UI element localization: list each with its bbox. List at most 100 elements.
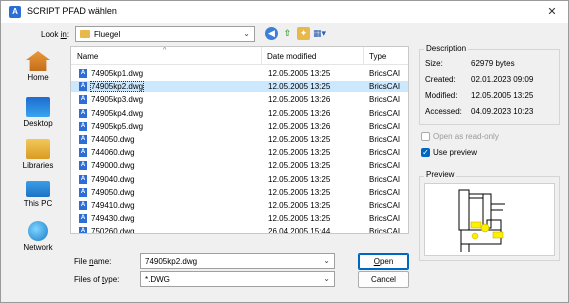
file-type-cell: BricsCAI [369, 148, 401, 158]
dwg-file-icon: A [79, 214, 87, 224]
file-name-cell: 74905kp3.dwg [91, 95, 144, 105]
file-date-cell: 26.04.2005 15:44 [268, 227, 331, 234]
file-row[interactable]: A 74905kp4.dwg 12.05.2005 13:26 BricsCAI [71, 108, 408, 119]
file-name-cell: 74905kp4.dwg [91, 108, 144, 118]
home-icon [26, 51, 50, 71]
file-name-cell: 749430.dwg [91, 214, 135, 224]
place-this-pc[interactable]: This PC [15, 181, 61, 208]
dwg-file-icon: A [79, 161, 87, 171]
file-date-cell: 12.05.2005 13:25 [268, 201, 331, 210]
place-home[interactable]: Home [15, 51, 61, 82]
chevron-down-icon: ⌄ [243, 29, 250, 38]
modified-value: 12.05.2005 13:25 [471, 91, 534, 100]
chevron-down-icon[interactable]: ⌄ [323, 256, 330, 265]
file-name-cell: 749410.dwg [91, 201, 135, 210]
dwg-file-icon: A [79, 108, 87, 118]
file-type-cell: BricsCAI [369, 135, 401, 144]
file-name-cell: 74905kp2.dwg [89, 81, 145, 93]
column-divider[interactable] [363, 47, 364, 65]
files-of-type-label: Files of type: [74, 275, 120, 284]
file-date-cell: 12.05.2005 13:25 [268, 161, 331, 171]
file-type-cell: BricsCAI [369, 82, 401, 92]
app-icon: A [9, 6, 21, 18]
file-row[interactable]: A 74905kp3.dwg 12.05.2005 13:26 BricsCAI [71, 94, 408, 105]
files-of-type-select[interactable]: *.DWG ⌄ [140, 271, 335, 287]
place-label: Home [27, 73, 49, 82]
back-icon[interactable]: ◀ [265, 27, 278, 40]
file-row[interactable]: A 744060.dwg 12.05.2005 13:25 BricsCAI [71, 147, 408, 158]
open-button[interactable]: Open [358, 253, 409, 270]
views-menu-icon[interactable]: ▦▾ [313, 27, 326, 40]
column-divider[interactable] [261, 47, 262, 65]
dwg-file-icon: A [79, 69, 87, 78]
created-value: 02.01.2023 09:09 [471, 75, 534, 84]
folder-icon [80, 30, 90, 38]
dwg-file-icon: A [79, 82, 87, 92]
file-row[interactable]: A 749050.dwg 12.05.2005 13:25 BricsCAI [71, 187, 408, 198]
file-row[interactable]: A 750260.dwg 26.04.2005 15:44 BricsCAI [71, 226, 408, 234]
dwg-file-icon: A [79, 95, 87, 105]
preview-legend: Preview [424, 170, 457, 179]
use-preview-label: Use preview [433, 148, 478, 157]
file-type-cell: BricsCAI [369, 187, 401, 197]
sort-up-icon: ^ [163, 47, 167, 54]
file-name-cell: 749040.dwg [91, 174, 135, 184]
place-label: Libraries [22, 161, 54, 170]
accessed-value: 04.09.2023 10:23 [471, 107, 534, 116]
look-in-value: Fluegel [94, 30, 121, 39]
file-type-cell: BricsCAI [369, 227, 401, 234]
file-row[interactable]: A 74905kp1.dwg 12.05.2005 13:25 BricsCAI [71, 68, 408, 79]
column-date-modified[interactable]: Date modified [267, 52, 316, 61]
file-row[interactable]: A 74905kp5.dwg 12.05.2005 13:26 BricsCAI [71, 121, 408, 132]
modified-label: Modified: [425, 91, 458, 100]
place-libraries[interactable]: Libraries [15, 139, 61, 170]
file-name-input[interactable]: 74905kp2.dwg ⌄ [140, 253, 335, 269]
file-type-cell: BricsCAI [369, 108, 401, 118]
file-row[interactable]: A 74905kp2.dwg 12.05.2005 13:25 BricsCAI [71, 81, 408, 93]
file-row[interactable]: A 749430.dwg 12.05.2005 13:25 BricsCAI [71, 213, 408, 224]
file-row[interactable]: A 749040.dwg 12.05.2005 13:25 BricsCAI [71, 174, 408, 185]
column-type[interactable]: Type [369, 52, 386, 61]
preview-area [424, 183, 555, 256]
read-only-label: Open as read-only [433, 132, 499, 141]
column-name[interactable]: Name [77, 52, 98, 61]
description-legend: Description [424, 44, 469, 53]
file-name-cell: 74905kp1.dwg [91, 69, 144, 78]
file-list[interactable]: Name ^ Date modified Type A 74905kp1.dwg 1… [70, 46, 409, 234]
file-date-cell: 12.05.2005 13:26 [268, 95, 331, 105]
file-type-cell: BricsCAI [369, 214, 401, 224]
new-folder-icon[interactable]: ✦ [297, 27, 310, 40]
file-name-cell: 749050.dwg [91, 187, 135, 197]
file-date-cell: 12.05.2005 13:25 [268, 135, 331, 144]
file-type-cell: BricsCAI [369, 121, 401, 131]
use-preview-checkbox[interactable]: ✓ [421, 148, 430, 157]
cancel-button[interactable]: Cancel [358, 271, 409, 288]
place-desktop[interactable]: Desktop [15, 97, 61, 128]
file-type-cell: BricsCAI [369, 174, 401, 184]
file-list-header: Name ^ Date modified Type [71, 47, 408, 65]
file-row[interactable]: A 749410.dwg 12.05.2005 13:25 BricsCAI [71, 200, 408, 211]
look-in-dropdown[interactable]: Fluegel ⌄ [75, 26, 255, 42]
places-bar: Home Desktop Libraries This PC Network [15, 49, 61, 259]
size-label: Size: [425, 59, 443, 68]
file-name-cell: 744050.dwg [91, 135, 135, 144]
toolbar: ◀ ⇧ ✦ ▦▾ [265, 27, 326, 41]
close-button[interactable]: ✕ [541, 3, 563, 21]
desktop-icon [26, 97, 50, 117]
created-label: Created: [425, 75, 456, 84]
place-network[interactable]: Network [15, 221, 61, 252]
dwg-file-icon: A [79, 174, 87, 184]
look-in-label: Look in: [41, 30, 70, 39]
file-row[interactable]: A 744050.dwg 12.05.2005 13:25 BricsCAI [71, 134, 408, 145]
place-label: This PC [23, 199, 53, 208]
file-type-cell: BricsCAI [369, 69, 401, 78]
accessed-label: Accessed: [425, 107, 462, 116]
file-date-cell: 12.05.2005 13:25 [268, 69, 331, 78]
up-folder-icon[interactable]: ⇧ [281, 27, 294, 40]
file-row[interactable]: A 749000.dwg 12.05.2005 13:25 BricsCAI [71, 160, 408, 171]
libraries-icon [26, 139, 50, 159]
read-only-checkbox[interactable] [421, 132, 430, 141]
file-name-value: 74905kp2.dwg [145, 257, 198, 266]
file-date-cell: 12.05.2005 13:25 [268, 82, 331, 92]
place-label: Network [23, 243, 53, 252]
